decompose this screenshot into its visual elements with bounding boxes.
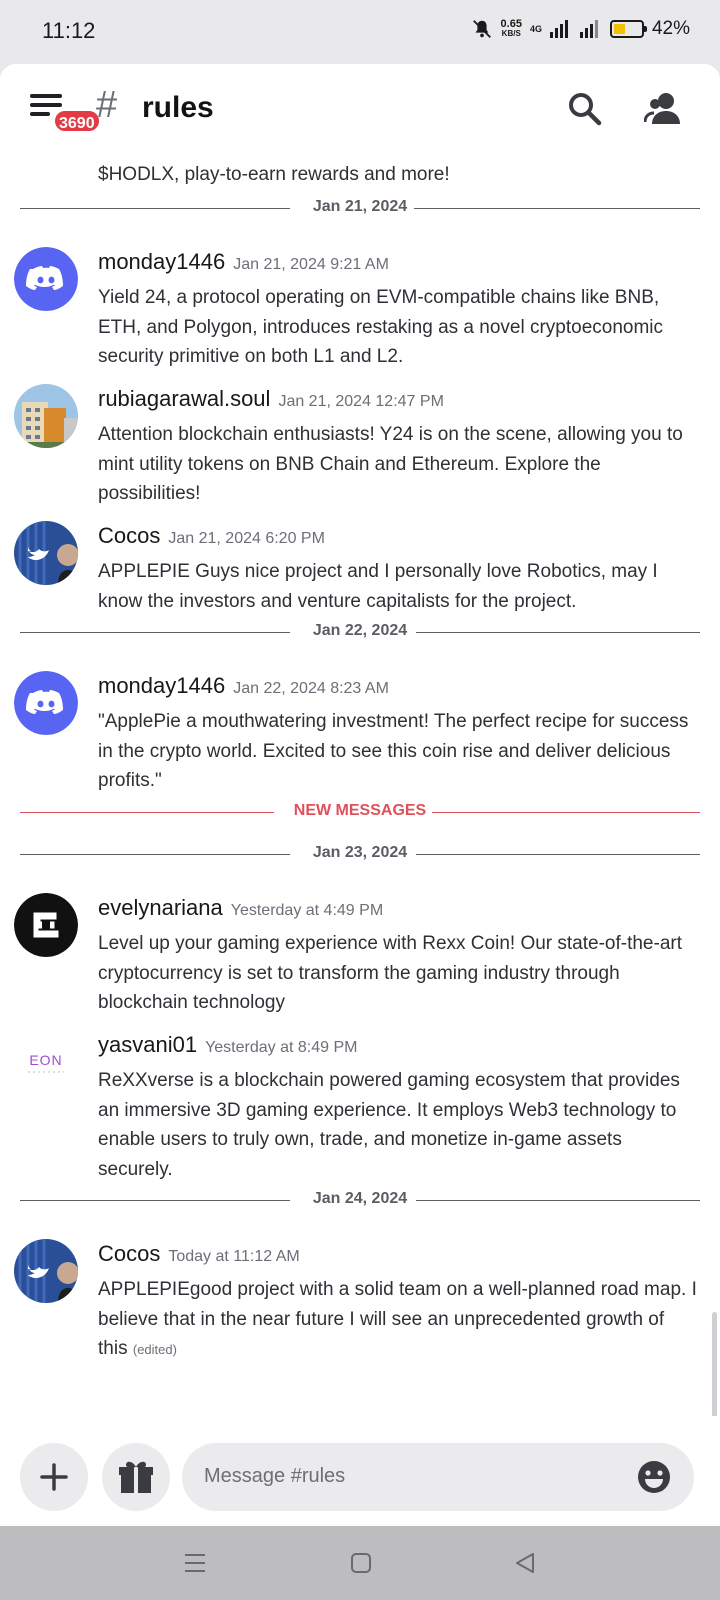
message-text: Yield 24, a protocol operating on EVM-co… [98, 287, 664, 367]
plus-icon [40, 1463, 68, 1491]
author-name[interactable]: Cocos [98, 523, 160, 548]
add-attachment-button[interactable] [20, 1443, 88, 1511]
message-input[interactable]: Message #rules [182, 1443, 694, 1511]
avatar[interactable] [14, 671, 78, 735]
status-icons: 0.65 KB/S 4G 42% [471, 18, 690, 40]
signal-icon [549, 20, 568, 38]
message-text: Level up your gaming experience with Rex… [98, 933, 682, 1013]
status-time: 11:12 [42, 18, 96, 43]
emoji-icon[interactable] [636, 1459, 672, 1495]
avatar[interactable] [14, 1239, 78, 1303]
timestamp: Jan 21, 2024 6:20 PM [168, 530, 325, 547]
rexx-logo-icon [14, 893, 78, 957]
recents-icon[interactable] [184, 1552, 206, 1574]
home-icon[interactable] [350, 1552, 372, 1574]
author-name[interactable]: evelynariana [98, 895, 223, 920]
avatar[interactable] [14, 384, 78, 448]
discord-icon [14, 247, 78, 311]
net-speed: 0.65 KB/S [500, 18, 522, 39]
avatar[interactable] [14, 893, 78, 957]
author-name[interactable]: yasvani01 [98, 1032, 197, 1057]
status-bar: 11:12 0.65 KB/S 4G 42% [0, 0, 720, 64]
date-divider: Jan 22, 2024 [20, 622, 700, 642]
author-name[interactable]: monday1446 [98, 673, 225, 698]
message-composer: Message #rules [0, 1416, 720, 1526]
timestamp: Jan 21, 2024 9:21 AM [233, 256, 389, 273]
channel-title[interactable]: rules [142, 91, 214, 125]
channel-hash-icon: # [96, 84, 118, 126]
battery-icon [609, 20, 647, 38]
message-list[interactable]: $HODLX, play-to-earn rewards and more! J… [0, 152, 720, 1482]
message-text: APPLEPIE Guys nice project and I persona… [98, 561, 658, 612]
channel-header: 3690 # rules [0, 64, 720, 152]
timestamp: Today at 11:12 AM [168, 1248, 300, 1265]
system-nav-bar [0, 1526, 720, 1600]
timestamp: Yesterday at 4:49 PM [230, 902, 384, 919]
chat-screen: 3690 # rules $HODLX, play-to-earn reward… [0, 64, 720, 1526]
network-type: 4G [529, 23, 542, 34]
menu-button[interactable]: 3690 [30, 94, 102, 134]
message-text: "ApplePie a mouthwatering investment! Th… [98, 711, 689, 791]
gift-button[interactable] [102, 1443, 170, 1511]
date-divider: Jan 24, 2024 [20, 1190, 700, 1210]
author-name[interactable]: Cocos [98, 1241, 160, 1266]
twitter-photo-icon [14, 521, 78, 585]
timestamp: Jan 21, 2024 12:47 PM [278, 393, 444, 410]
edited-label: (edited) [132, 1342, 177, 1357]
svg-text:EON: EON [29, 1052, 62, 1068]
message-text: APPLEPIEgood project with a solid team o… [98, 1279, 697, 1359]
date-divider: Jan 21, 2024 [20, 198, 700, 218]
twitter-photo-icon [14, 1239, 78, 1303]
battery-percent: 42% [651, 18, 690, 39]
discord-icon [14, 671, 78, 735]
search-icon[interactable] [566, 90, 604, 128]
gift-icon [119, 1461, 153, 1493]
unread-badge: 3690 [52, 108, 102, 134]
members-icon[interactable] [644, 90, 682, 128]
new-messages-divider: NEW MESSAGES [20, 802, 700, 822]
message-text: Attention blockchain enthusiasts! Y24 is… [98, 424, 683, 504]
building-photo-icon [14, 384, 78, 448]
author-name[interactable]: monday1446 [98, 249, 225, 274]
signal-icon-2 [579, 20, 598, 38]
eon-logo-icon: EON [28, 1052, 64, 1073]
message-continuation: $HODLX, play-to-earn rewards and more! [98, 164, 450, 185]
mute-bell-icon [472, 20, 491, 38]
timestamp: Jan 22, 2024 8:23 AM [233, 680, 389, 697]
message-text: ReXXverse is a blockchain powered gaming… [98, 1070, 680, 1180]
avatar[interactable]: EON [14, 1030, 78, 1094]
avatar[interactable] [14, 247, 78, 311]
avatar[interactable] [14, 521, 78, 585]
back-icon[interactable] [514, 1552, 536, 1574]
author-name[interactable]: rubiagarawal.soul [98, 386, 270, 411]
date-divider: Jan 23, 2024 [20, 844, 700, 864]
message-input-placeholder: Message #rules [204, 1465, 346, 1487]
timestamp: Yesterday at 8:49 PM [205, 1039, 358, 1056]
